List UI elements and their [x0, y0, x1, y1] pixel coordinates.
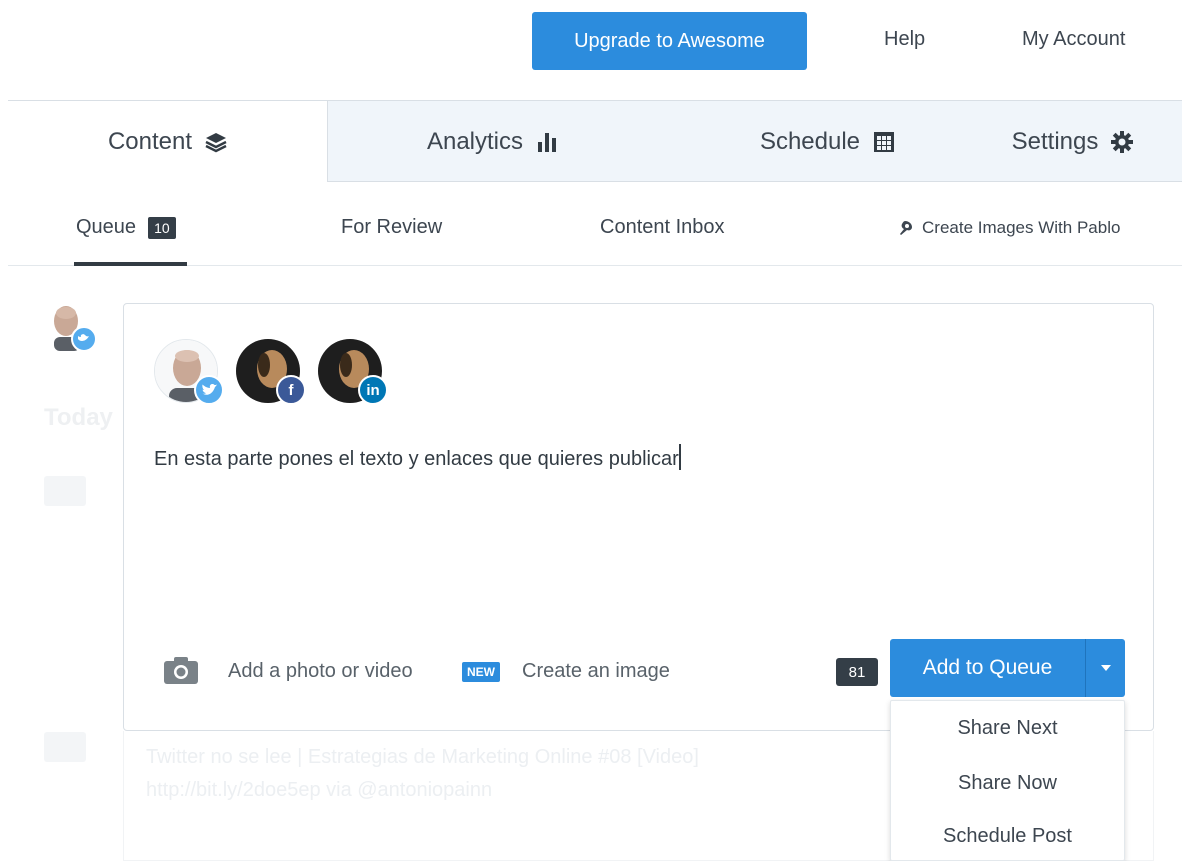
gear-icon — [1111, 130, 1134, 153]
upgrade-button[interactable]: Upgrade to Awesome — [532, 12, 807, 70]
profile-selector: f in — [154, 339, 388, 405]
pablo-label: Create Images With Pablo — [922, 218, 1121, 237]
facebook-icon: f — [276, 375, 306, 405]
active-subtab-indicator — [74, 262, 187, 266]
tab-content[interactable]: Content — [8, 101, 328, 182]
help-link[interactable]: Help — [884, 28, 925, 51]
time-slot-placeholder — [44, 476, 86, 506]
create-image-link[interactable]: Create an image — [522, 660, 670, 683]
queue-options-toggle[interactable] — [1085, 639, 1125, 697]
add-photo-video-link[interactable]: Add a photo or video — [228, 660, 413, 683]
avatar[interactable] — [48, 303, 97, 353]
menu-item-share-now[interactable]: Share Now — [891, 772, 1124, 795]
pablo-icon — [900, 221, 912, 235]
composer-footer: Add a photo or video NEW Create an image… — [124, 634, 1153, 704]
time-slot-placeholder — [44, 732, 86, 762]
top-bar: Upgrade to Awesome Help My Account — [0, 0, 1182, 100]
tab-settings[interactable]: Settings — [968, 101, 1178, 182]
menu-item-share-next[interactable]: Share Next — [891, 717, 1124, 740]
queued-post-text: Twitter no se lee | Estrategias de Marke… — [146, 741, 699, 807]
queue-count-badge: 10 — [148, 216, 176, 239]
tab-content-label: Content — [107, 127, 193, 155]
composer-text-area[interactable]: En esta parte pones el texto y enlaces q… — [154, 444, 681, 471]
queued-post-line-2: http://bit.ly/2doe5ep via @antoniopainn — [146, 779, 493, 801]
create-images-pablo-link[interactable]: Create Images With Pablo — [896, 218, 1120, 238]
camera-icon[interactable] — [164, 656, 198, 684]
user-avatar-photo — [54, 306, 97, 352]
subtab-content-inbox[interactable]: Content Inbox — [600, 216, 725, 239]
new-badge: NEW — [462, 662, 500, 682]
twitter-icon — [194, 375, 224, 405]
queue-options-menu: Share Next Share Now Schedule Post — [890, 700, 1125, 861]
character-count-badge: 81 — [836, 658, 878, 686]
my-account-link[interactable]: My Account — [1022, 28, 1125, 51]
queued-post-line-1: Twitter no se lee | Estrategias de Marke… — [146, 746, 699, 768]
tab-schedule[interactable]: Schedule — [698, 101, 958, 182]
chevron-down-icon — [1100, 665, 1111, 671]
queue-label: Queue — [76, 216, 137, 238]
subtab-queue[interactable]: Queue 10 — [76, 216, 176, 239]
composer-text: En esta parte pones el texto y enlaces q… — [154, 448, 679, 470]
menu-item-schedule-post[interactable]: Schedule Post — [891, 825, 1124, 848]
text-cursor — [678, 444, 681, 470]
subtab-for-review[interactable]: For Review — [341, 216, 442, 239]
tab-schedule-label: Schedule — [759, 127, 861, 155]
layers-icon — [205, 132, 227, 152]
sub-tabs: Queue 10 For Review Content Inbox Create… — [8, 182, 1182, 266]
tab-settings-label: Settings — [1011, 127, 1099, 155]
calendar-icon — [874, 131, 895, 152]
add-to-queue-label: Add to Queue — [922, 656, 1053, 679]
main-tabs: Content Analytics Schedule Settings — [8, 100, 1182, 182]
profile-facebook[interactable]: f — [236, 339, 306, 405]
post-composer: f in En esta parte pones el texto y enla… — [123, 303, 1154, 731]
add-to-queue-button[interactable]: Add to Queue — [890, 639, 1125, 697]
tab-analytics[interactable]: Analytics — [348, 101, 638, 182]
bar-chart-icon — [538, 132, 557, 152]
linkedin-icon: in — [358, 375, 388, 405]
tab-analytics-label: Analytics — [426, 127, 524, 155]
profile-linkedin[interactable]: in — [318, 339, 388, 405]
profile-twitter[interactable] — [154, 339, 224, 405]
today-label: Today — [44, 404, 113, 431]
